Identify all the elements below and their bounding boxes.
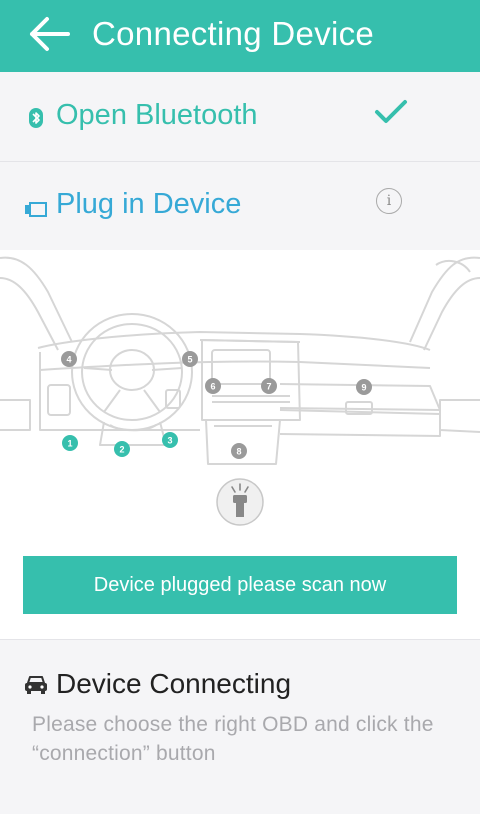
- plug-device-icon: [25, 202, 47, 217]
- port-label-3: 3: [167, 436, 172, 446]
- step-label-bluetooth: Open Bluetooth: [56, 99, 258, 131]
- app-header: Connecting Device: [0, 0, 480, 72]
- step-plug-in-device[interactable]: Plug in Device i: [0, 162, 480, 250]
- port-label-9: 9: [361, 383, 366, 393]
- obd-plug-icon: [216, 478, 264, 526]
- section-divider: [0, 639, 480, 640]
- checkmark-icon: [375, 100, 407, 123]
- bluetooth-icon: [29, 108, 43, 128]
- device-connecting-description: Please choose the right OBD and click th…: [32, 713, 434, 765]
- device-connecting-title: Device Connecting: [56, 668, 292, 699]
- info-icon[interactable]: i: [376, 188, 402, 214]
- step-open-bluetooth[interactable]: Open Bluetooth: [0, 73, 480, 162]
- back-arrow-icon: [30, 17, 70, 51]
- car-dashboard-illustration: 1 2 3 4 5 6 7 8 9: [0, 256, 480, 526]
- port-label-8: 8: [236, 447, 241, 457]
- back-button[interactable]: [28, 14, 72, 58]
- obd-port-diagram: 1 2 3 4 5 6 7 8 9 Device plugged please …: [0, 250, 480, 640]
- port-label-1: 1: [67, 439, 72, 449]
- port-label-4: 4: [66, 355, 71, 365]
- car-icon: [25, 676, 47, 694]
- step-label-plug: Plug in Device: [56, 188, 242, 220]
- port-label-2: 2: [119, 445, 124, 455]
- port-label-7: 7: [266, 382, 271, 392]
- port-label-6: 6: [210, 382, 215, 392]
- page-title: Connecting Device: [92, 15, 375, 52]
- scan-now-button[interactable]: Device plugged please scan now: [23, 556, 457, 614]
- port-label-5: 5: [187, 355, 192, 365]
